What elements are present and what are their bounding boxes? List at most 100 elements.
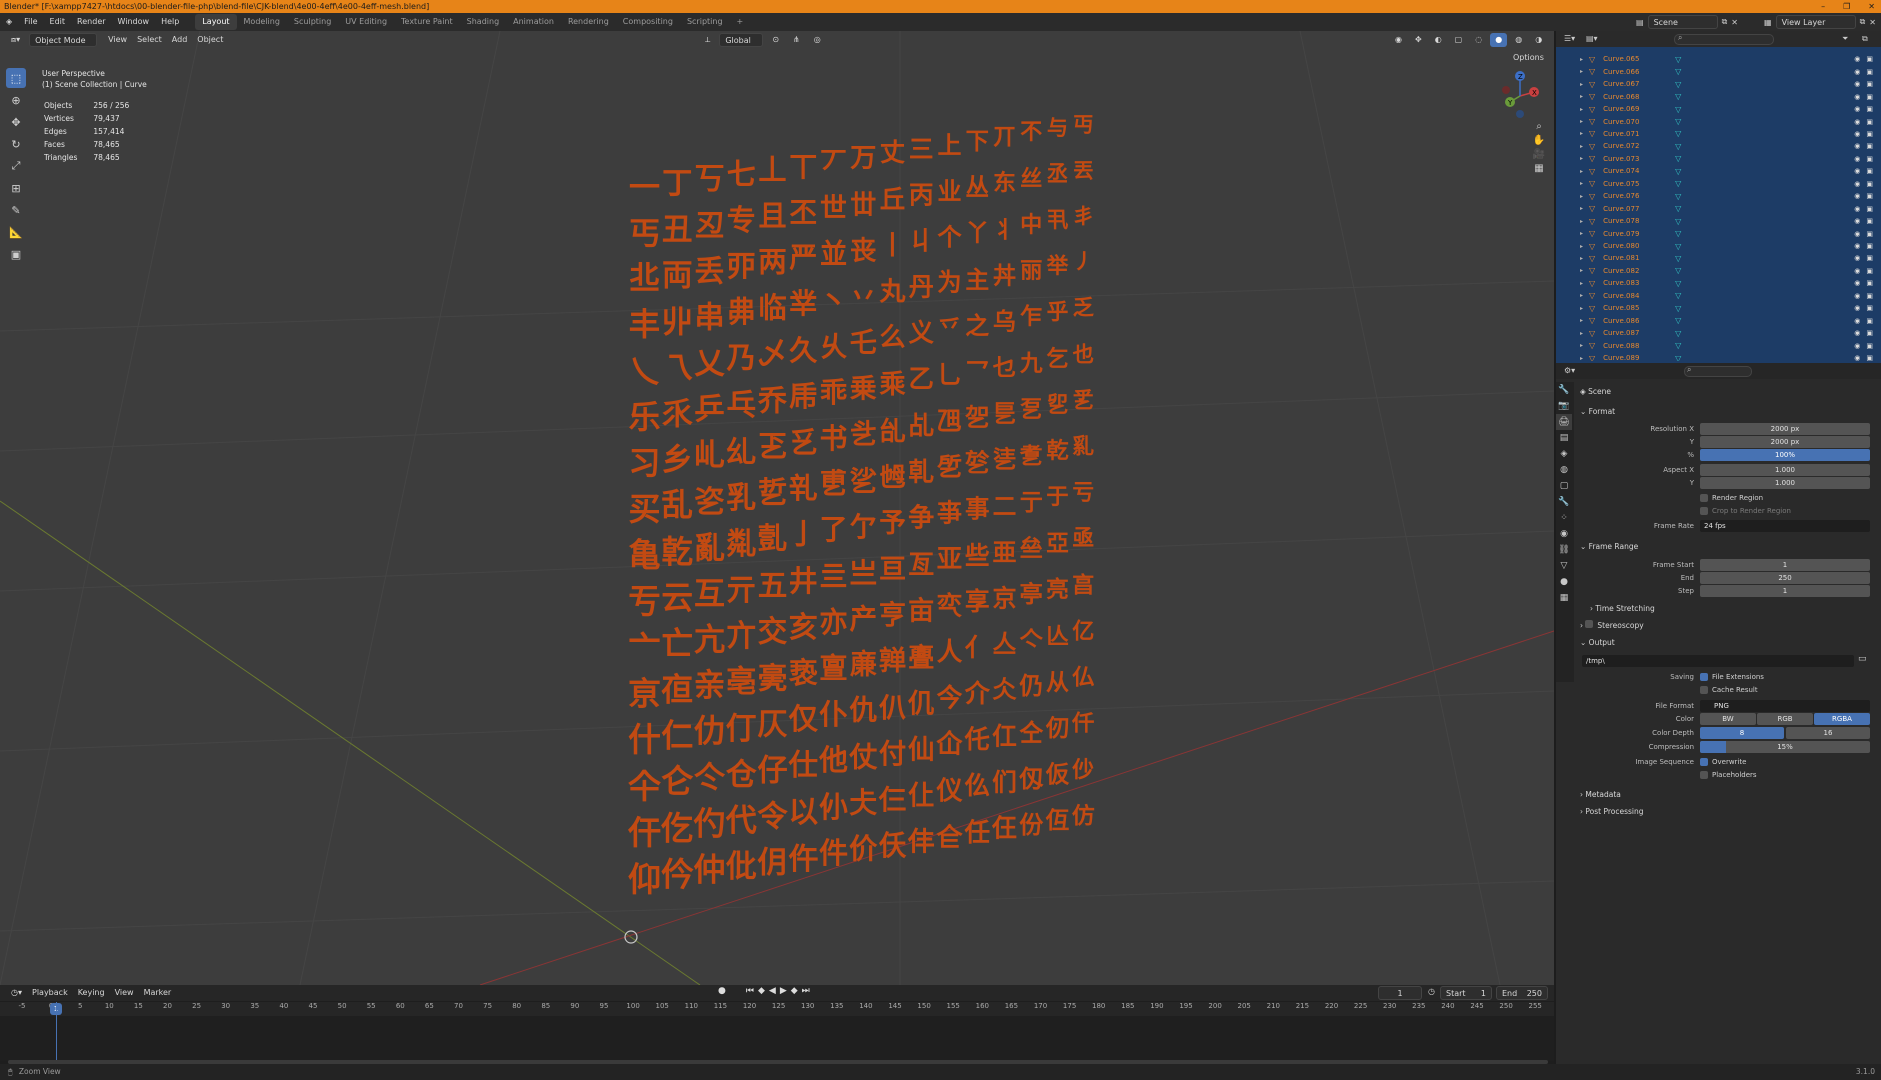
glyph-mesh[interactable]: 亞	[1045, 525, 1071, 572]
glyph-mesh[interactable]: 下	[964, 122, 992, 167]
glyph-mesh[interactable]: 亰	[628, 668, 661, 715]
properties-search-input[interactable]	[1684, 366, 1752, 377]
eye-icon[interactable]: ◉	[1854, 55, 1860, 63]
glyph-mesh[interactable]: 仒	[694, 753, 726, 801]
glyph-mesh[interactable]: 今	[936, 678, 964, 725]
glyph-mesh[interactable]: 亦	[819, 600, 849, 647]
metadata-panel-header[interactable]: › Metadata	[1580, 788, 1870, 802]
glyph-mesh[interactable]: 仍	[1018, 667, 1045, 714]
glyph-mesh[interactable]: 些	[964, 536, 992, 583]
output-tab-icon[interactable]: 🖨	[1556, 414, 1572, 430]
glyph-mesh[interactable]: 乏	[1071, 292, 1097, 338]
glyph-mesh[interactable]: 仰	[628, 852, 661, 901]
expand-arrow-icon[interactable]: ▸	[1580, 168, 1583, 175]
glyph-mesh[interactable]: 乓	[726, 381, 758, 427]
tab-uv-editing[interactable]: UV Editing	[338, 14, 394, 30]
annotate-tool-icon[interactable]: ✎	[6, 200, 26, 220]
glyph-mesh[interactable]: 举	[1045, 249, 1071, 294]
glyph-mesh[interactable]: 仵	[788, 834, 819, 883]
glyph-mesh[interactable]: 仲	[694, 845, 726, 894]
glyph-mesh[interactable]: 任	[964, 812, 992, 861]
camera-render-icon[interactable]: ▣	[1866, 279, 1873, 287]
expand-arrow-icon[interactable]: ▸	[1580, 81, 1583, 88]
glyph-mesh[interactable]: 乻	[964, 444, 992, 490]
glyph-mesh[interactable]: 仗	[849, 735, 879, 783]
shading-rendered-icon[interactable]: ◑	[1530, 33, 1547, 47]
outliner-item[interactable]: ▸ ▽ Curve.076 ▽	[1580, 190, 1681, 203]
eye-icon[interactable]: ◉	[1854, 68, 1860, 76]
camera-render-icon[interactable]: ▣	[1866, 155, 1873, 163]
expand-arrow-icon[interactable]: ▸	[1580, 255, 1583, 262]
delete-view-layer-icon[interactable]: ✕	[1869, 18, 1876, 27]
camera-render-icon[interactable]: ▣	[1866, 205, 1873, 213]
glyph-mesh[interactable]: 乵	[788, 466, 819, 512]
jump-end-icon[interactable]: ⏭	[802, 986, 810, 996]
glyph-mesh[interactable]: 亶	[819, 646, 849, 693]
eye-icon[interactable]: ◉	[1854, 118, 1860, 126]
glyph-mesh[interactable]: 亄	[757, 516, 788, 562]
outliner-item[interactable]: ▸ ▽ Curve.074 ▽	[1580, 165, 1681, 178]
glyph-mesh[interactable]: 专	[726, 197, 758, 242]
glyph-mesh[interactable]: 丣	[726, 243, 758, 288]
glyph-mesh[interactable]: 仯	[1071, 752, 1097, 800]
transform-orientation[interactable]: Global	[719, 33, 764, 47]
glyph-mesh[interactable]: 亅	[788, 512, 819, 558]
glyph-mesh[interactable]: 丕	[788, 190, 819, 235]
resolution-y-field[interactable]: 2000 px	[1700, 436, 1870, 448]
outliner-item[interactable]: ▸ ▽ Curve.072 ▽	[1580, 140, 1681, 153]
expand-arrow-icon[interactable]: ▸	[1580, 330, 1583, 337]
glyph-mesh[interactable]: 仢	[694, 799, 726, 847]
curve-data-icon[interactable]: ▽	[1675, 354, 1681, 361]
glyph-mesh[interactable]: 亾	[1045, 617, 1071, 664]
glyph-mesh[interactable]: 亗	[849, 551, 879, 598]
overwrite-checkbox[interactable]: Overwrite	[1700, 756, 1746, 768]
glyph-mesh[interactable]: 仛	[964, 720, 992, 768]
curve-data-icon[interactable]: ▽	[1675, 80, 1681, 89]
visibility-icon[interactable]: ◉	[1390, 33, 1407, 47]
eye-icon[interactable]: ◉	[1854, 93, 1860, 101]
shading-wireframe-icon[interactable]: ◌	[1470, 33, 1487, 47]
eye-icon[interactable]: ◉	[1854, 130, 1860, 138]
menu-keying[interactable]: Keying	[73, 986, 110, 1000]
glyph-mesh[interactable]: 享	[964, 582, 992, 629]
glyph-mesh[interactable]: 仕	[788, 742, 819, 790]
glyph-mesh[interactable]: 乥	[788, 420, 819, 466]
curve-data-icon[interactable]: ▽	[1675, 129, 1681, 138]
glyph-mesh[interactable]: 之	[964, 306, 992, 352]
glyph-mesh[interactable]: 云	[661, 572, 694, 619]
glyph-mesh[interactable]: 亸	[878, 639, 907, 686]
curve-data-icon[interactable]: ▽	[1675, 179, 1681, 188]
glyph-mesh[interactable]: 仧	[849, 781, 879, 829]
glyph-mesh[interactable]: 仩	[907, 773, 936, 821]
glyph-mesh[interactable]: 仂	[694, 707, 726, 754]
glyph-mesh[interactable]: 仌	[991, 670, 1018, 717]
glyph-mesh[interactable]: 五	[757, 562, 788, 609]
glyph-mesh[interactable]: 他	[819, 738, 849, 786]
camera-render-icon[interactable]: ▣	[1866, 354, 1873, 361]
glyph-mesh[interactable]: 于	[1045, 479, 1071, 525]
tab-animation[interactable]: Animation	[506, 14, 561, 30]
color-depth-8-button[interactable]: 8	[1700, 727, 1784, 739]
display-mode-icon[interactable]: ▤▾	[1586, 34, 1598, 43]
glyph-mesh[interactable]: 个	[936, 218, 964, 263]
texture-tab-icon[interactable]: ▦	[1556, 590, 1572, 606]
glyph-mesh[interactable]: 丧	[849, 229, 879, 274]
menu-window[interactable]: Window	[112, 13, 156, 31]
camera-render-icon[interactable]: ▣	[1866, 342, 1873, 350]
glyph-mesh[interactable]: 丢	[694, 247, 726, 292]
glyph-mesh[interactable]: 人	[936, 632, 964, 679]
camera-render-icon[interactable]: ▣	[1866, 167, 1873, 175]
eye-icon[interactable]: ◉	[1854, 155, 1860, 163]
glyph-mesh[interactable]: 丯	[1071, 200, 1097, 245]
glyph-mesh[interactable]: 仼	[991, 808, 1018, 857]
glyph-mesh[interactable]: 丱	[661, 296, 694, 341]
color-rgba-button[interactable]: RGBA	[1814, 713, 1870, 725]
glyph-mesh[interactable]: 二	[991, 486, 1018, 532]
glyph-mesh[interactable]: 仫	[964, 766, 992, 814]
glyph-mesh[interactable]: 亇	[849, 505, 879, 551]
glyph-mesh[interactable]: 乎	[1045, 295, 1071, 341]
glyph-mesh[interactable]: 仪	[936, 770, 964, 818]
glyph-mesh[interactable]: 丘	[878, 179, 907, 224]
glyph-mesh[interactable]: 亷	[849, 643, 879, 690]
filter-icon[interactable]: ⏷	[1842, 34, 1848, 44]
